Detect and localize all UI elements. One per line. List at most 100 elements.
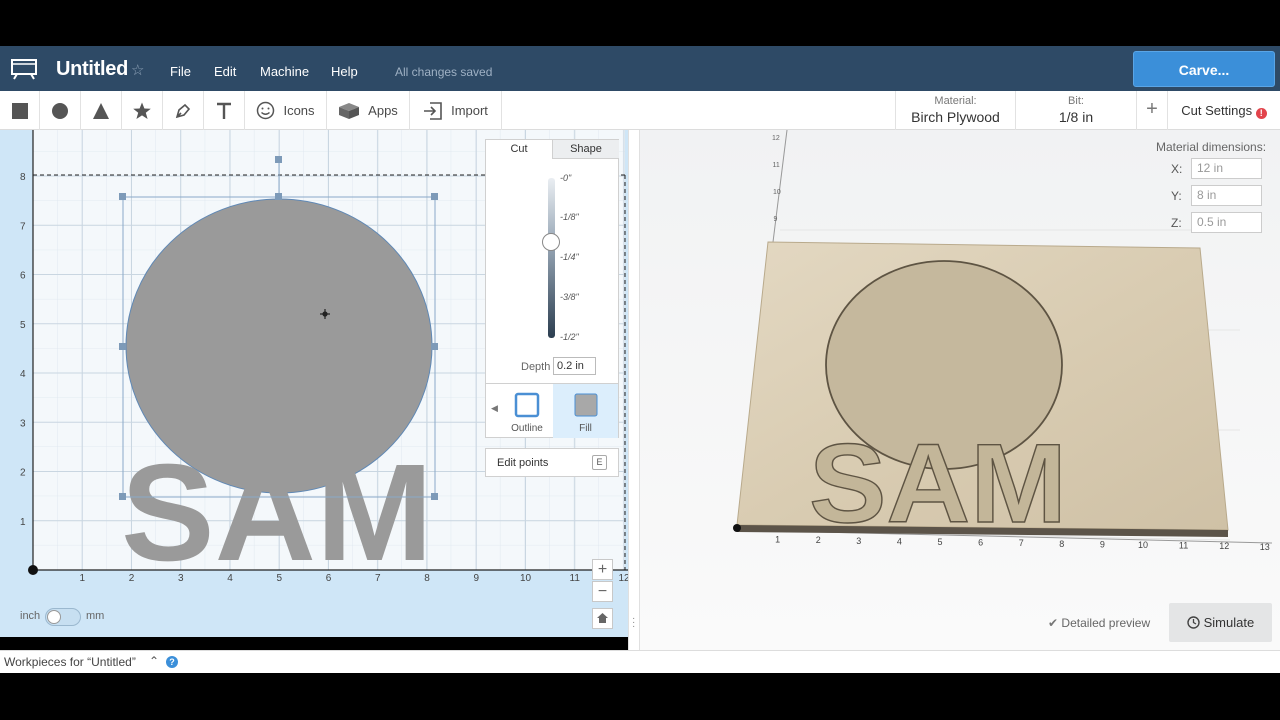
panel-divider[interactable]: · · · [628,130,640,650]
icons-button[interactable]: Icons [245,91,327,130]
handle-right[interactable] [431,343,438,350]
x-tick-label: 1 [79,573,85,584]
favorite-star-icon[interactable]: ☆ [131,61,144,79]
text-tool-button[interactable] [204,91,245,130]
depth-slider-knob[interactable] [542,233,560,251]
zoom-in-button[interactable]: + [592,559,613,580]
apps-box-icon [339,102,360,119]
x-tick-label: 12 [618,573,628,584]
save-status: All changes saved [395,65,493,79]
outline-label: Outline [511,423,543,434]
circle-tool-button[interactable] [40,91,81,130]
depth-tick-0: -0" [560,173,572,183]
circle-icon [52,102,68,119]
preview-x-tick-label: 2 [816,535,821,545]
preview-x-tick-label: 8 [1059,539,1064,549]
handle-top-left[interactable] [119,193,126,200]
handle-top[interactable] [275,193,282,200]
unit-toggle[interactable]: inch mm [20,608,104,626]
handle-left[interactable] [119,343,126,350]
dim-x-input[interactable]: 12 in [1191,158,1262,179]
home-icon [597,613,608,623]
clock-icon [1187,616,1200,629]
unit-switch[interactable] [45,608,81,626]
preview-svg: SAM 1 2 3 4 5 6 7 8 9 10 11 12 13 1211109 [733,130,1273,552]
fill-icon [574,393,597,417]
chevron-up-icon[interactable]: ⌃ [149,654,159,668]
workpieces-bar[interactable]: Workpieces for “Untitled” ⌃ ? [0,650,1280,673]
y-tick-label: 8 [20,172,26,183]
handle-top-right[interactable] [431,193,438,200]
carve-button[interactable]: Carve... [1133,51,1275,87]
project-title[interactable]: Untitled [56,58,128,81]
fill-mode-button[interactable]: Fill [553,384,618,438]
edit-points-label: Edit points [497,457,549,469]
square-tool-button[interactable] [0,91,40,130]
workpieces-label: Workpieces for “Untitled” [4,655,136,669]
bit-key: Bit: [1068,95,1084,107]
triangle-tool-button[interactable] [81,91,122,130]
dim-y-row: Y: 8 in [1171,185,1262,206]
x-tick-label: 11 [570,573,581,584]
preview-y-tick-label: 10 [773,189,781,196]
smiley-icon [257,101,275,120]
dim-z-input[interactable]: 0.5 in [1191,212,1262,233]
outline-mode-button[interactable]: Outline [502,384,552,439]
menu-file[interactable]: File [170,64,191,79]
edit-points-shortcut: E [592,455,607,470]
easel-logo-icon[interactable] [11,58,37,80]
dim-y-input[interactable]: 8 in [1191,185,1262,206]
help-icon[interactable]: ? [166,656,178,668]
import-button[interactable]: Import [410,91,502,130]
detailed-preview-toggle[interactable]: ✔ Detailed preview [1048,616,1150,630]
y-tick-label: 5 [20,320,26,331]
3d-preview[interactable]: SAM 1 2 3 4 5 6 7 8 9 10 11 12 13 12 11 10 9 [640,130,1280,650]
tab-shape[interactable]: Shape [552,140,619,159]
material-value: Birch Plywood [911,109,1000,125]
preview-x-tick-label: 1 [775,535,780,545]
preview-y-tick-label: 12 [772,135,780,142]
home-view-button[interactable] [592,608,613,629]
simulate-button[interactable]: Simulate [1169,603,1272,642]
handle-bottom-right[interactable] [431,493,438,500]
material-key: Material: [934,95,977,107]
icons-label: Icons [283,103,315,118]
menu-edit[interactable]: Edit [214,64,236,79]
preview-x-tick-label: 3 [856,536,861,546]
zoom-out-button[interactable]: − [592,581,613,602]
material-selector[interactable]: Material: Birch Plywood [895,91,1015,130]
star-tool-button[interactable] [122,91,163,130]
preview-x-tick-label: 7 [1019,538,1024,548]
detailed-preview-label: Detailed preview [1061,616,1151,630]
text-icon [217,102,231,119]
apps-button[interactable]: Apps [327,91,410,130]
depth-slider-track[interactable] [548,178,555,338]
dim-z-row: Z: 0.5 in [1171,212,1262,233]
sam-text-shape[interactable]: SAM [121,436,433,590]
triangle-icon [93,102,109,119]
apps-label: Apps [368,103,398,118]
depth-input[interactable]: 0.2 in [553,357,596,375]
top-bar: Untitled ☆ File Edit Machine Help All ch… [0,46,1280,91]
cut-settings-button[interactable]: Cut Settings ! [1167,91,1280,130]
pen-tool-button[interactable] [163,91,204,130]
tab-cut[interactable]: Cut [486,140,552,159]
drag-handle-icon[interactable]: · · · [632,614,635,632]
chevron-left-icon[interactable]: ◀ [491,403,498,414]
menu-machine[interactable]: Machine [260,64,309,79]
preview-x-tick-label: 10 [1138,540,1148,550]
dim-x-label: X: [1171,162,1183,176]
depth-tick-4: -1/2" [560,332,579,342]
dim-z-label: Z: [1171,216,1182,230]
menu-help[interactable]: Help [331,64,358,79]
add-bit-button[interactable]: + [1136,91,1167,130]
bit-value: 1/8 in [1058,109,1094,125]
carved-sam-text: SAM [809,421,1067,546]
bit-selector[interactable]: Bit: 1/8 in [1015,91,1136,130]
rotate-handle[interactable] [275,156,282,163]
app-window: Untitled ☆ File Edit Machine Help All ch… [0,0,1280,720]
handle-bottom-left[interactable] [119,493,126,500]
shape-toolbar: Icons Apps Import Material: Birch Plywoo… [0,91,1280,130]
edit-points-button[interactable]: Edit points E [485,448,619,477]
pen-icon [175,103,191,118]
